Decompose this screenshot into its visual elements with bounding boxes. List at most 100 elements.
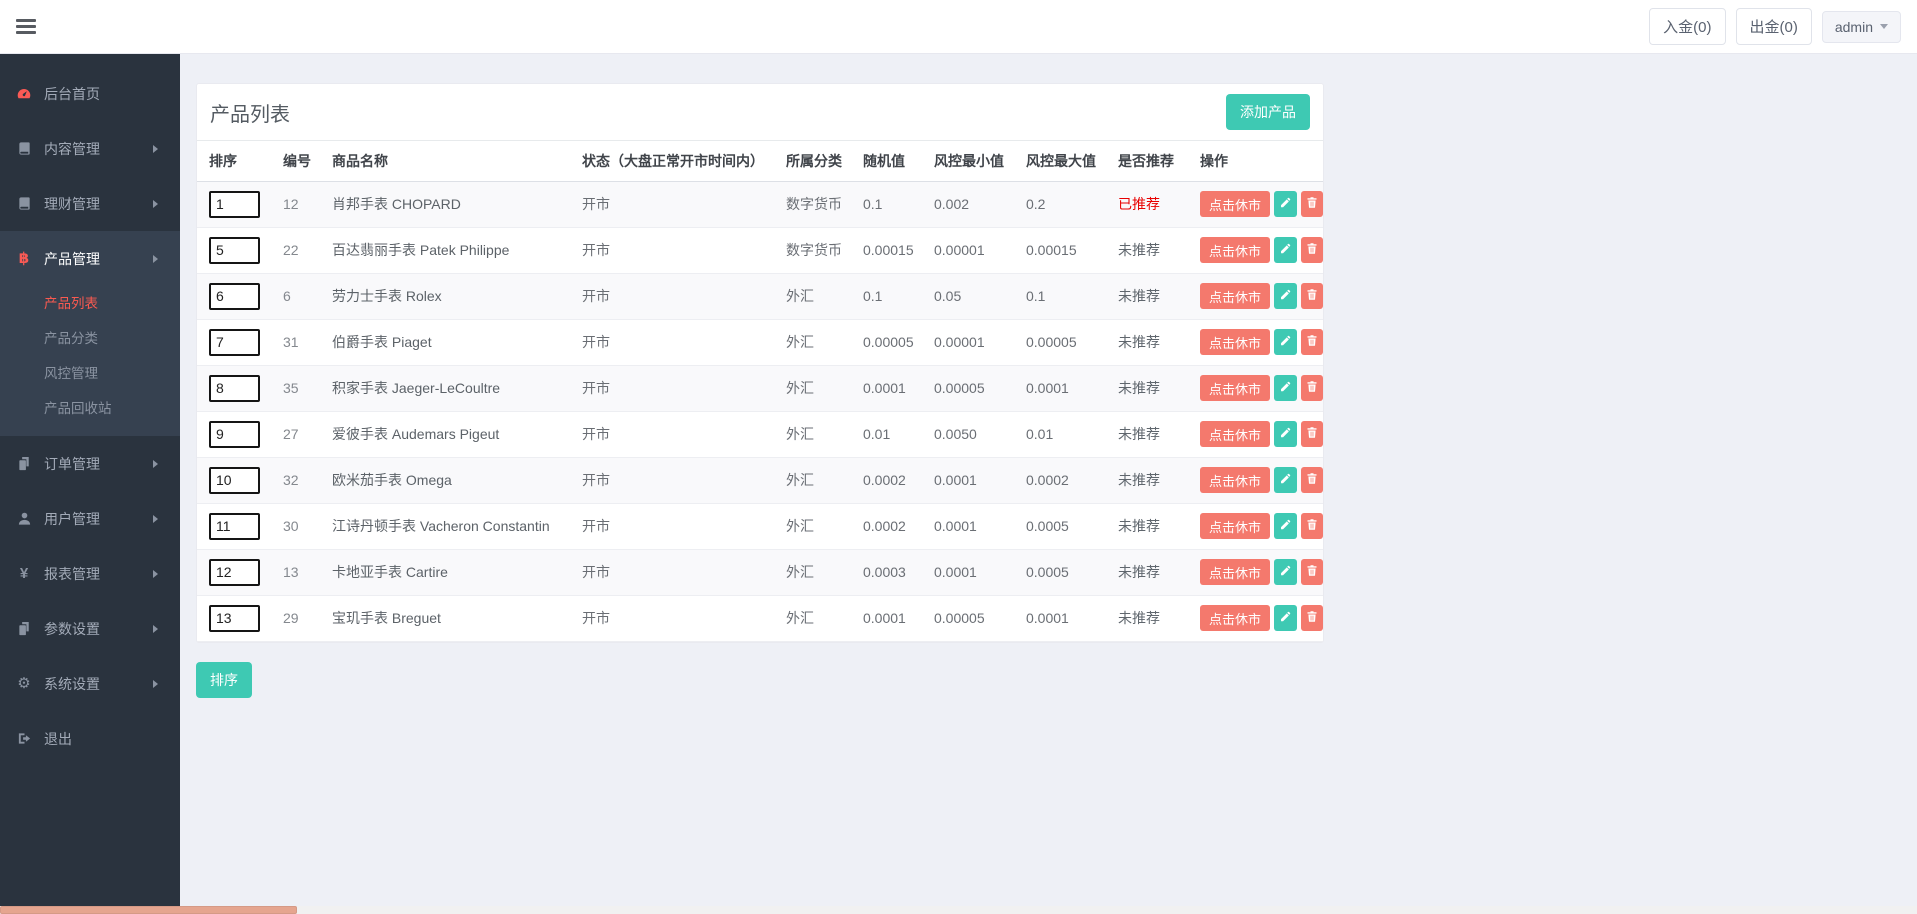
close-market-button[interactable]: 点击休市 xyxy=(1200,329,1270,355)
sort-input[interactable] xyxy=(209,513,260,540)
cell-product-name: 卡地亚手表 Cartire xyxy=(320,549,570,595)
sidebar-group-7: 参数设置 xyxy=(0,601,180,656)
sidebar-item-理财管理[interactable]: 理财管理 xyxy=(0,176,180,231)
pencil-icon xyxy=(1279,196,1292,212)
admin-dropdown[interactable]: admin xyxy=(1822,11,1901,43)
sidebar-item-订单管理[interactable]: 订单管理 xyxy=(0,436,180,491)
delete-button[interactable] xyxy=(1301,559,1323,585)
sort-input[interactable] xyxy=(209,605,260,632)
close-market-button[interactable]: 点击休市 xyxy=(1200,513,1270,539)
sort-input[interactable] xyxy=(209,191,260,218)
cell-risk-max: 0.1 xyxy=(1014,273,1106,319)
close-market-button[interactable]: 点击休市 xyxy=(1200,237,1270,263)
close-market-button[interactable]: 点击休市 xyxy=(1200,467,1270,493)
cell-recommend-status: 未推荐 xyxy=(1106,411,1188,457)
edit-button[interactable] xyxy=(1274,329,1296,355)
sidebar-item-内容管理[interactable]: 内容管理 xyxy=(0,121,180,176)
sidebar-item-label: 参数设置 xyxy=(44,619,100,639)
sort-input[interactable] xyxy=(209,467,260,494)
column-header-2: 商品名称 xyxy=(320,141,570,181)
row-actions: 点击休市 xyxy=(1200,191,1323,217)
sort-input[interactable] xyxy=(209,283,260,310)
sidebar-item-产品管理[interactable]: ฿产品管理 xyxy=(0,231,180,286)
pencil-icon xyxy=(1279,518,1292,534)
sort-input[interactable] xyxy=(209,237,260,264)
deposit-button[interactable]: 入金(0) xyxy=(1649,8,1725,45)
edit-button[interactable] xyxy=(1274,467,1296,493)
sidebar-item-label: 系统设置 xyxy=(44,674,100,694)
sort-input[interactable] xyxy=(209,329,260,356)
trash-icon xyxy=(1306,518,1318,534)
delete-button[interactable] xyxy=(1301,467,1323,493)
close-market-button[interactable]: 点击休市 xyxy=(1200,421,1270,447)
close-market-button[interactable]: 点击休市 xyxy=(1200,283,1270,309)
delete-button[interactable] xyxy=(1301,237,1323,263)
trash-icon xyxy=(1306,196,1318,212)
sidebar-item-后台首页[interactable]: 后台首页 xyxy=(0,66,180,121)
edit-button[interactable] xyxy=(1274,605,1296,631)
pencil-icon xyxy=(1279,242,1292,258)
horizontal-scrollbar-thumb[interactable] xyxy=(0,906,297,914)
edit-button[interactable] xyxy=(1274,283,1296,309)
sidebar-item-系统设置[interactable]: ⚙系统设置 xyxy=(0,656,180,711)
edit-button[interactable] xyxy=(1274,375,1296,401)
sidebar-item-参数设置[interactable]: 参数设置 xyxy=(0,601,180,656)
close-market-button[interactable]: 点击休市 xyxy=(1200,191,1270,217)
cell-category: 外汇 xyxy=(774,273,851,319)
edit-button[interactable] xyxy=(1274,237,1296,263)
caret-right-icon xyxy=(153,570,158,578)
delete-button[interactable] xyxy=(1301,191,1323,217)
delete-button[interactable] xyxy=(1301,605,1323,631)
copy-icon xyxy=(15,456,33,471)
logout-icon xyxy=(15,731,33,746)
sidebar-subitem-风控管理[interactable]: 风控管理 xyxy=(0,356,180,391)
cell-category: 外汇 xyxy=(774,319,851,365)
table-row: 6劳力士手表 Rolex开市外汇0.10.050.1未推荐点击休市 xyxy=(197,273,1323,319)
cell-id: 29 xyxy=(271,595,320,641)
cell-risk-max: 0.0005 xyxy=(1014,503,1106,549)
cell-risk-min: 0.00005 xyxy=(922,595,1014,641)
cell-status: 开市 xyxy=(570,273,774,319)
cell-id: 12 xyxy=(271,181,320,227)
table-header-row: 排序编号商品名称状态（大盘正常开市时间内）所属分类随机值风控最小值风控最大值是否… xyxy=(197,141,1323,181)
close-market-button[interactable]: 点击休市 xyxy=(1200,375,1270,401)
delete-button[interactable] xyxy=(1301,375,1323,401)
user-icon xyxy=(15,511,33,526)
horizontal-scrollbar[interactable] xyxy=(0,906,1917,914)
sort-input[interactable] xyxy=(209,559,260,586)
delete-button[interactable] xyxy=(1301,329,1323,355)
sort-input[interactable] xyxy=(209,421,260,448)
add-product-button[interactable]: 添加产品 xyxy=(1226,94,1310,130)
sidebar-subitem-产品分类[interactable]: 产品分类 xyxy=(0,321,180,356)
trash-icon xyxy=(1306,564,1318,580)
sort-input[interactable] xyxy=(209,375,260,402)
cell-risk-min: 0.00001 xyxy=(922,319,1014,365)
sidebar-item-label: 报表管理 xyxy=(44,564,100,584)
delete-button[interactable] xyxy=(1301,513,1323,539)
edit-button[interactable] xyxy=(1274,191,1296,217)
edit-button[interactable] xyxy=(1274,513,1296,539)
delete-button[interactable] xyxy=(1301,421,1323,447)
cell-risk-max: 0.01 xyxy=(1014,411,1106,457)
withdraw-button[interactable]: 出金(0) xyxy=(1736,8,1812,45)
sidebar-item-报表管理[interactable]: ¥报表管理 xyxy=(0,546,180,601)
cell-category: 外汇 xyxy=(774,457,851,503)
close-market-button[interactable]: 点击休市 xyxy=(1200,559,1270,585)
close-market-button[interactable]: 点击休市 xyxy=(1200,605,1270,631)
sidebar-item-退出[interactable]: 退出 xyxy=(0,711,180,766)
hamburger-icon[interactable] xyxy=(16,16,36,37)
pencil-icon xyxy=(1279,610,1292,626)
cell-recommend-status: 已推荐 xyxy=(1106,181,1188,227)
edit-button[interactable] xyxy=(1274,559,1296,585)
sidebar-subitem-产品回收站[interactable]: 产品回收站 xyxy=(0,391,180,426)
caret-right-icon xyxy=(153,255,158,263)
sidebar-item-用户管理[interactable]: 用户管理 xyxy=(0,491,180,546)
sidebar-subitem-产品列表[interactable]: 产品列表 xyxy=(0,286,180,321)
sidebar-group-2: 理财管理 xyxy=(0,176,180,231)
delete-button[interactable] xyxy=(1301,283,1323,309)
cell-recommend-status: 未推荐 xyxy=(1106,549,1188,595)
cell-risk-min: 0.0050 xyxy=(922,411,1014,457)
edit-button[interactable] xyxy=(1274,421,1296,447)
sort-submit-button[interactable]: 排序 xyxy=(196,662,252,698)
cell-status: 开市 xyxy=(570,411,774,457)
